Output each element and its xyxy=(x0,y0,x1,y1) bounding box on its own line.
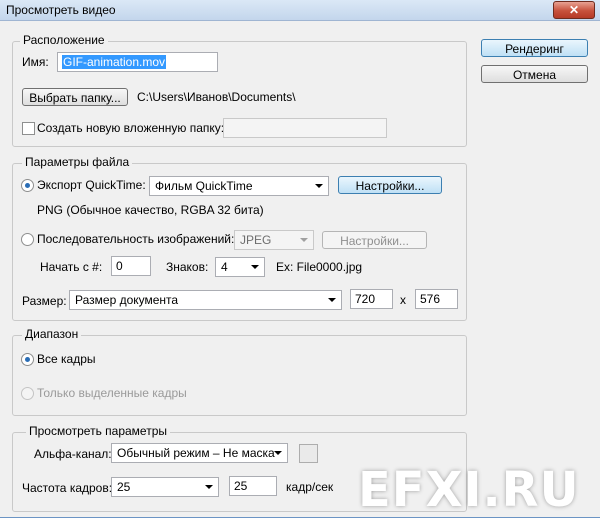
selected-frames-radio[interactable] xyxy=(21,387,34,400)
watermark: EFXI.RU xyxy=(358,462,580,518)
filename-example: Ex: File0000.jpg xyxy=(276,260,363,274)
chevron-down-icon xyxy=(315,184,323,188)
cancel-button[interactable]: Отмена xyxy=(481,65,588,83)
start-number-label: Начать с #: xyxy=(40,260,103,274)
image-sequence-label: Последовательность изображений: xyxy=(37,232,235,246)
chevron-down-icon xyxy=(300,238,308,242)
folder-path: C:\Users\Иванов\Documents\ xyxy=(137,90,296,104)
size-select[interactable]: Размер документа xyxy=(69,290,342,310)
sequence-format-value: JPEG xyxy=(240,233,272,247)
file-params-legend: Параметры файла xyxy=(22,155,133,169)
size-value: Размер документа xyxy=(75,293,179,307)
quicktime-format-select[interactable]: Фильм QuickTime xyxy=(149,176,329,196)
start-number-field[interactable]: 0 xyxy=(111,256,151,276)
alpha-channel-select[interactable]: Обычный режим – Не маска xyxy=(111,443,288,463)
name-label: Имя: xyxy=(22,55,49,69)
frame-rate-field[interactable]: 25 xyxy=(229,476,277,496)
range-legend: Диапазон xyxy=(22,327,82,341)
frame-rate-unit: кадр/сек xyxy=(286,480,334,494)
subfolder-field[interactable] xyxy=(223,118,387,138)
image-sequence-radio[interactable] xyxy=(21,233,34,246)
codec-info: PNG (Обычное качество, RGBA 32 бита) xyxy=(37,203,264,217)
digits-value: 4 xyxy=(221,260,228,274)
close-button[interactable]: ✕ xyxy=(553,1,595,19)
name-field[interactable]: GIF-animation.mov xyxy=(57,52,218,72)
export-quicktime-radio[interactable] xyxy=(21,179,34,192)
close-icon: ✕ xyxy=(568,3,580,17)
sequence-format-select[interactable]: JPEG xyxy=(234,230,314,250)
render-options-legend: Просмотреть параметры xyxy=(26,424,170,438)
width-field[interactable]: 720 xyxy=(350,289,393,309)
render-button[interactable]: Рендеринг xyxy=(481,39,588,57)
chevron-down-icon xyxy=(205,485,213,489)
alpha-channel-label: Альфа-канал: xyxy=(34,447,112,461)
digits-select[interactable]: 4 xyxy=(215,257,265,277)
export-quicktime-label: Экспорт QuickTime: xyxy=(37,178,146,192)
choose-folder-button[interactable]: Выбрать папку... xyxy=(22,88,128,106)
quicktime-format-value: Фильм QuickTime xyxy=(155,179,253,193)
chevron-down-icon xyxy=(328,298,336,302)
name-field-value: GIF-animation.mov xyxy=(62,55,167,69)
chevron-down-icon xyxy=(274,451,282,455)
location-legend: Расположение xyxy=(20,33,108,47)
selected-frames-label: Только выделенные кадры xyxy=(37,386,187,400)
chevron-down-icon xyxy=(251,265,259,269)
matte-color-swatch[interactable] xyxy=(299,444,318,463)
dialog-window: Просмотреть видео ✕ Рендеринг Отмена Рас… xyxy=(0,0,600,517)
size-label: Размер: xyxy=(22,294,67,308)
quicktime-settings-button[interactable]: Настройки... xyxy=(338,176,442,194)
create-subfolder-checkbox[interactable] xyxy=(22,122,35,135)
sequence-settings-button[interactable]: Настройки... xyxy=(322,231,427,249)
digits-label: Знаков: xyxy=(166,260,209,274)
frame-rate-select-value: 25 xyxy=(117,480,131,494)
alpha-channel-value: Обычный режим – Не маска xyxy=(117,446,275,460)
window-title: Просмотреть видео xyxy=(6,3,116,17)
all-frames-radio[interactable] xyxy=(21,353,34,366)
height-field[interactable]: 576 xyxy=(415,289,458,309)
size-separator: x xyxy=(400,293,406,307)
range-group xyxy=(12,335,467,416)
title-bar: Просмотреть видео ✕ xyxy=(0,0,600,21)
frame-rate-label: Частота кадров: xyxy=(22,481,113,495)
frame-rate-select[interactable]: 25 xyxy=(111,477,219,497)
all-frames-label: Все кадры xyxy=(37,352,96,366)
create-subfolder-label: Создать новую вложенную папку: xyxy=(37,121,225,135)
